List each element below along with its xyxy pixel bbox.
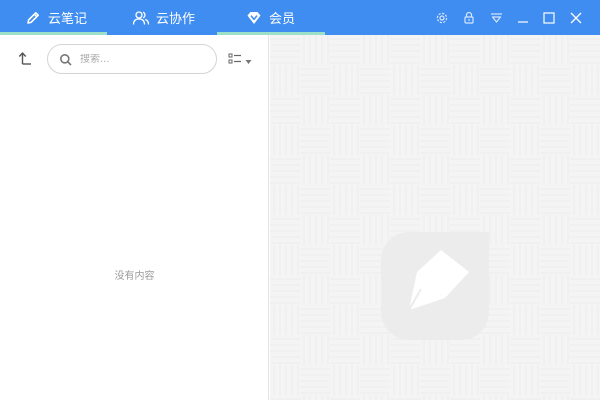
tab-membership[interactable]: 会员 — [217, 0, 325, 35]
view-mode-button[interactable] — [228, 51, 254, 67]
note-editor-panel — [270, 35, 600, 400]
maximize-icon — [543, 11, 555, 24]
tab-notes-label: 云笔记 — [48, 12, 88, 27]
title-bar: 云笔记 云协作 会员 — [0, 0, 600, 35]
diamond-icon — [245, 9, 263, 27]
tab-membership-label: 会员 — [269, 12, 296, 27]
tab-collaboration[interactable]: 云协作 — [107, 0, 217, 35]
tab-collaboration-label: 云协作 — [156, 12, 196, 27]
app-logo-watermark — [381, 232, 489, 340]
settings-icon — [435, 11, 449, 25]
close-icon — [570, 12, 582, 24]
navigate-up-icon — [16, 52, 36, 72]
settings-button[interactable] — [429, 0, 455, 35]
list-view-icon — [228, 50, 242, 69]
pencil-icon — [24, 9, 42, 27]
users-icon — [132, 9, 150, 27]
note-list-panel: 没有内容 — [0, 35, 269, 400]
navigate-up-button[interactable] — [16, 50, 36, 68]
maximize-button[interactable] — [536, 0, 562, 35]
minimize-button[interactable] — [510, 0, 536, 35]
tab-notes[interactable]: 云笔记 — [0, 0, 107, 35]
lock-icon — [463, 11, 475, 24]
minimize-icon — [517, 12, 529, 24]
search-input[interactable] — [80, 53, 200, 65]
lock-button[interactable] — [456, 0, 482, 35]
dropdown-menu-icon — [490, 12, 503, 24]
empty-state-text: 没有内容 — [114, 271, 155, 282]
search-box[interactable] — [47, 44, 217, 74]
note-pen-icon — [381, 232, 489, 340]
search-icon — [59, 52, 73, 66]
chevron-down-icon — [245, 50, 252, 69]
background-pattern — [270, 35, 600, 400]
menu-button[interactable] — [483, 0, 509, 35]
close-button[interactable] — [563, 0, 589, 35]
